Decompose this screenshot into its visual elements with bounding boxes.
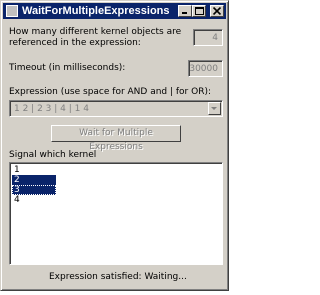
kernel-count-field[interactable]: 4 — [193, 29, 223, 46]
window-title: WaitForMultipleExpressions — [22, 5, 170, 17]
kernel-count-label-line2: referenced in the expression: — [9, 38, 141, 48]
list-item[interactable]: 2 — [12, 175, 56, 185]
expression-label: Expression (use space for AND and | for … — [9, 87, 211, 97]
status-text: Expression satisfied: Waiting... — [49, 272, 187, 282]
title-bar[interactable]: WaitForMultipleExpressions — [3, 3, 226, 19]
expression-dropdown-button[interactable] — [208, 102, 221, 115]
timeout-value: 30000 — [189, 64, 218, 74]
list-item[interactable]: 4 — [12, 195, 56, 205]
wait-button[interactable]: Wait for Multiple Expressions — [51, 125, 181, 152]
timeout-label: Timeout (in milliseconds): — [9, 63, 126, 73]
kernel-count-label-line1: How many different kernel objects are — [9, 27, 182, 37]
dialog-window: WaitForMultipleExpressions How many diff… — [0, 0, 229, 291]
minimize-button[interactable] — [178, 5, 192, 17]
expression-value: 1 2 | 2 3 | 4 | 1 4 — [14, 104, 89, 114]
list-item[interactable]: 1 — [12, 165, 56, 175]
kernel-count-value: 4 — [212, 33, 218, 43]
minimize-icon — [182, 12, 187, 14]
close-icon — [212, 7, 222, 15]
expression-combobox[interactable]: 1 2 | 2 3 | 4 | 1 4 — [9, 100, 223, 117]
close-button[interactable] — [210, 5, 224, 17]
list-item[interactable]: 3 — [12, 185, 56, 195]
signal-list-label: Signal which kernel — [9, 150, 97, 160]
maximize-button[interactable] — [192, 5, 206, 17]
app-icon[interactable] — [6, 5, 18, 17]
chevron-down-icon — [211, 107, 217, 110]
signal-listbox[interactable]: 1 2 3 4 — [9, 162, 223, 265]
maximize-icon — [195, 7, 204, 15]
timeout-field[interactable]: 30000 — [188, 60, 223, 77]
